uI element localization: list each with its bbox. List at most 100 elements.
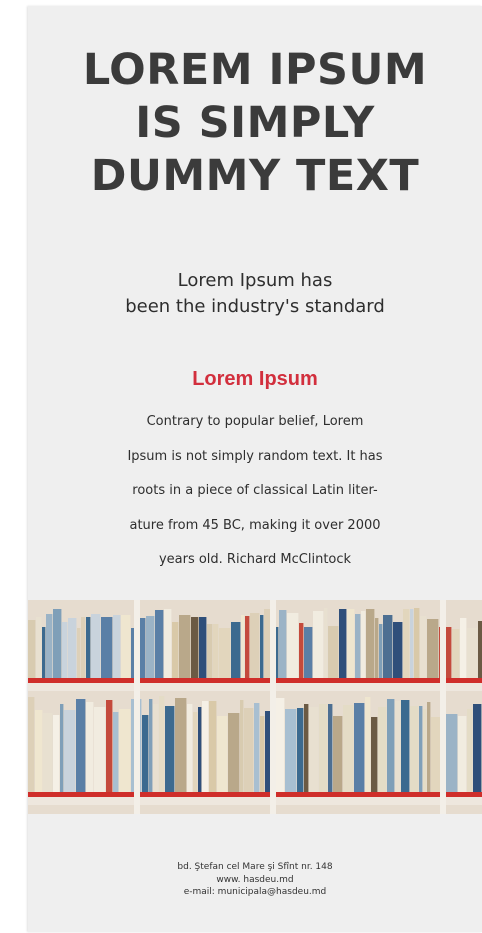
book-spine bbox=[452, 629, 460, 678]
book-spine bbox=[207, 624, 213, 678]
book-spine bbox=[76, 699, 86, 792]
book-spine bbox=[28, 697, 35, 792]
book-spine bbox=[361, 611, 366, 678]
book-spine bbox=[155, 610, 164, 678]
book-spine bbox=[250, 613, 260, 678]
headline: LOREM IPSUM IS SIMPLY DUMMY TEXT bbox=[28, 44, 482, 203]
book-spine bbox=[28, 620, 36, 678]
book-spine bbox=[231, 622, 241, 678]
book-spine bbox=[202, 701, 209, 792]
body-paragraph: Contrary to popular belief, Lorem Ipsum … bbox=[28, 405, 482, 578]
book-spine bbox=[175, 698, 187, 792]
shelf-divider bbox=[134, 600, 140, 814]
book-spine bbox=[467, 628, 478, 678]
book-spine bbox=[328, 704, 333, 792]
book-spine bbox=[371, 717, 378, 792]
book-spine bbox=[414, 608, 420, 678]
book-spine bbox=[446, 714, 458, 792]
bookshelf-photo bbox=[28, 600, 482, 814]
headline-line-2: IS SIMPLY bbox=[135, 98, 375, 148]
book-spine bbox=[86, 702, 94, 792]
shelf-divider bbox=[440, 600, 446, 814]
book-spine bbox=[121, 615, 131, 678]
book-spine bbox=[165, 706, 175, 792]
book-spine bbox=[43, 713, 53, 792]
book-spine bbox=[264, 609, 271, 678]
footer-contact: bd. Ştefan cel Mare şi Sfînt nr. 148 www… bbox=[28, 861, 482, 899]
book-spine bbox=[285, 709, 297, 792]
book-spine bbox=[101, 617, 113, 678]
book-spine bbox=[191, 617, 199, 678]
book-spine bbox=[94, 707, 106, 792]
book-spine bbox=[46, 614, 53, 678]
book-spine bbox=[153, 704, 159, 792]
book-spine bbox=[328, 626, 339, 678]
book-spine bbox=[193, 712, 198, 792]
book-spine bbox=[64, 710, 76, 792]
book-spine bbox=[260, 716, 265, 792]
book-spine bbox=[304, 627, 313, 678]
book-spine bbox=[309, 707, 319, 792]
book-spine bbox=[420, 616, 427, 678]
book-spine bbox=[149, 699, 153, 792]
book-spine bbox=[53, 609, 62, 678]
book-spine bbox=[319, 704, 328, 792]
book-spine bbox=[347, 609, 355, 678]
book-spine bbox=[365, 697, 371, 792]
shelf-board bbox=[28, 678, 482, 683]
book-spine bbox=[410, 609, 414, 678]
book-spine bbox=[427, 702, 431, 792]
book-spine bbox=[119, 709, 131, 792]
book-spine bbox=[401, 700, 410, 792]
book-spine bbox=[460, 618, 467, 678]
book-spine bbox=[42, 627, 46, 678]
book-spine bbox=[403, 609, 410, 678]
subheading-line-2: been the industry's standard bbox=[125, 296, 385, 317]
book-spine bbox=[86, 617, 91, 678]
paragraph-line: Contrary to popular belief, Lorem bbox=[146, 414, 364, 429]
subheading-line-1: Lorem Ipsum has bbox=[177, 270, 333, 291]
book-spine bbox=[199, 617, 207, 678]
headline-line-1: LOREM IPSUM bbox=[82, 45, 428, 95]
shelf-underside bbox=[28, 797, 482, 805]
book-spine bbox=[304, 704, 309, 792]
book-spine bbox=[410, 706, 419, 792]
book-spine bbox=[379, 624, 383, 678]
book-spine bbox=[427, 619, 439, 678]
book-spine bbox=[354, 703, 365, 792]
book-spine bbox=[245, 616, 250, 678]
book-spine bbox=[91, 614, 101, 678]
book-spine bbox=[395, 701, 401, 792]
book-spine bbox=[228, 713, 240, 792]
book-spine bbox=[131, 628, 135, 678]
book-spine bbox=[68, 618, 77, 678]
headline-line-3: DUMMY TEXT bbox=[90, 151, 420, 201]
shelf-board bbox=[28, 792, 482, 797]
book-spine bbox=[260, 615, 264, 678]
book-spine bbox=[467, 709, 473, 792]
book-spine bbox=[473, 704, 482, 792]
paragraph-line: years old. Richard McClintock bbox=[158, 552, 352, 567]
book-spine bbox=[198, 707, 202, 792]
book-spine bbox=[81, 617, 86, 678]
paragraph-line: ature from 45 BC, making it over 2000 bbox=[129, 517, 381, 533]
book-spine bbox=[297, 708, 304, 792]
book-spine bbox=[287, 613, 299, 678]
subheading: Lorem Ipsum has been the industry's stan… bbox=[28, 268, 482, 320]
book-spine bbox=[458, 716, 467, 792]
book-spine bbox=[313, 611, 324, 678]
shelf-underside bbox=[28, 683, 482, 691]
book-spine bbox=[142, 715, 149, 792]
book-spine bbox=[53, 715, 60, 792]
book-spine bbox=[431, 717, 441, 792]
book-spine bbox=[172, 622, 179, 678]
book-spine bbox=[279, 610, 287, 678]
book-spine bbox=[217, 716, 228, 792]
book-spine bbox=[113, 615, 121, 678]
book-spine bbox=[244, 708, 254, 792]
book-spine bbox=[355, 614, 361, 678]
book-spine bbox=[276, 698, 285, 792]
book-spine bbox=[77, 628, 81, 678]
paragraph-line: Ipsum is not simply random text. It has bbox=[127, 448, 383, 464]
book-spine bbox=[378, 707, 387, 792]
